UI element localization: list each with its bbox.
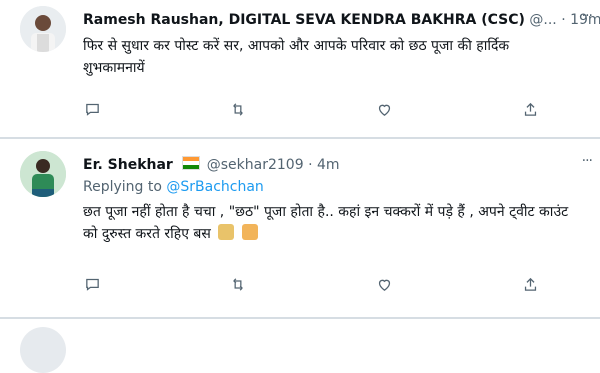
tweet-actions [83,275,540,293]
share-icon[interactable] [522,100,540,118]
more-icon[interactable]: ··· [582,153,593,169]
separator-dot: · [308,157,313,173]
avatar[interactable] [20,151,66,197]
separator-dot: · [561,12,566,28]
display-name[interactable]: Ramesh Raushan, DIGITAL SEVA KENDRA BAKH… [83,12,525,28]
avatar[interactable] [20,327,66,373]
india-flag-icon [182,156,201,170]
like-icon[interactable] [376,100,394,118]
replying-to-label: Replying to [83,179,162,195]
tweet-text: छत पूजा नहीं होता है चचा , "छठ" पूजा होत… [83,201,573,245]
reply-icon[interactable] [83,100,101,118]
tweet[interactable]: Ramesh Raushan, DIGITAL SEVA KENDRA BAKH… [0,0,600,137]
tweet-header: Er. Shekhar @sekhar2109 · 4m [83,156,340,173]
like-icon[interactable] [376,275,394,293]
retweet-icon[interactable] [229,100,247,118]
tweet-timestamp[interactable]: 4m [317,157,340,173]
tweet[interactable]: Er. Shekhar @sekhar2109 · 4m ··· Replyin… [0,137,600,319]
mention-link[interactable]: @SrBachchan [166,179,263,195]
tweet[interactable] [0,317,600,373]
display-name[interactable]: Er. Shekhar [83,157,173,173]
retweet-icon[interactable] [229,275,247,293]
emoji-icon [218,224,235,240]
share-icon[interactable] [522,275,540,293]
tweet-actions [83,100,540,118]
tweet-text: फिर से सुधार कर पोस्ट करें सर, आपको और आ… [83,38,510,76]
tweet-text-body: छत पूजा नहीं होता है चचा , "छठ" पूजा होत… [83,204,569,242]
user-handle[interactable]: @... [529,12,556,28]
replying-to-line: Replying to @SrBachchan [83,179,264,195]
user-handle[interactable]: @sekhar2109 [207,157,304,173]
emoji-icon [241,224,258,240]
tweet-header: Ramesh Raushan, DIGITAL SEVA KENDRA BAKH… [83,12,600,28]
reply-icon[interactable] [83,275,101,293]
avatar-image [20,6,66,52]
more-icon[interactable]: ··· [582,8,593,24]
avatar[interactable] [20,6,66,52]
avatar-image [20,151,66,197]
